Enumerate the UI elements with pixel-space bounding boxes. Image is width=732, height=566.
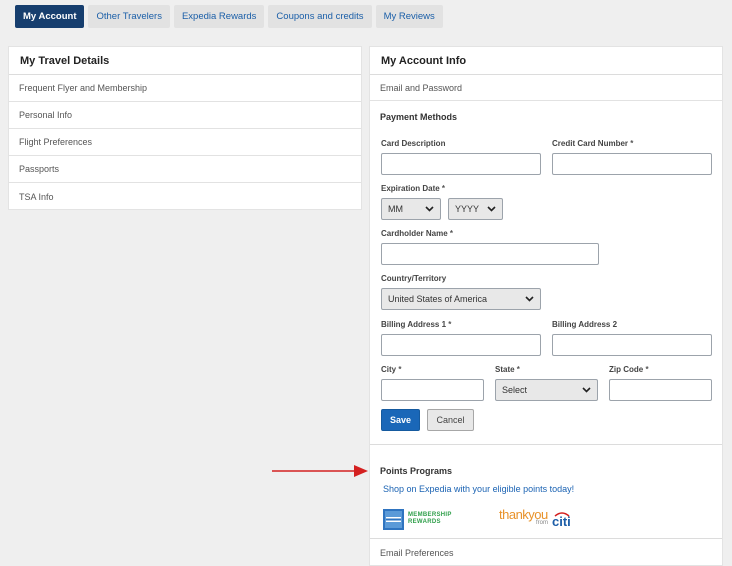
card-description-label: Card Description xyxy=(381,139,446,148)
frequent-flyer-item[interactable]: Frequent Flyer and Membership xyxy=(9,75,361,102)
country-label: Country/Territory xyxy=(381,274,447,283)
expiration-month-value: MM xyxy=(388,204,403,214)
billing-address-1-label: Billing Address 1 * xyxy=(381,320,452,329)
state-value: Select xyxy=(502,385,528,395)
card-number-label: Credit Card Number * xyxy=(552,139,634,148)
expiration-year-value: YYYY xyxy=(455,204,480,214)
tsa-info-item[interactable]: TSA Info xyxy=(9,183,361,210)
expiration-year-select[interactable]: YYYY xyxy=(448,198,503,220)
chevron-down-icon xyxy=(486,204,496,214)
expiration-month-select[interactable]: MM xyxy=(381,198,441,220)
citi-arc-icon xyxy=(554,512,570,517)
cardholder-name-label: Cardholder Name * xyxy=(381,229,454,238)
annotation-arrow-icon xyxy=(272,465,368,477)
chevron-down-icon xyxy=(581,385,591,395)
state-select[interactable]: Select xyxy=(495,379,598,401)
zip-code-input[interactable] xyxy=(609,379,712,401)
amex-icon xyxy=(383,508,404,530)
billing-address-2-label: Billing Address 2 xyxy=(552,320,618,329)
travel-details-panel: My Travel Details Frequent Flyer and Mem… xyxy=(8,46,362,210)
tab-expedia-rewards[interactable]: Expedia Rewards xyxy=(173,5,265,28)
card-number-input[interactable] xyxy=(552,153,712,175)
billing-address-2-input[interactable] xyxy=(552,334,712,356)
account-tabs: My Account Other Travelers Expedia Rewar… xyxy=(15,5,443,28)
thankyou-citi-logo[interactable]: thankyou from citi xyxy=(499,505,584,531)
tab-my-account[interactable]: My Account xyxy=(15,5,85,28)
save-button[interactable]: Save xyxy=(381,409,420,431)
card-description-input[interactable] xyxy=(381,153,541,175)
tab-other-travelers[interactable]: Other Travelers xyxy=(88,5,170,28)
zip-code-label: Zip Code * xyxy=(609,365,649,374)
account-info-title: My Account Info xyxy=(370,47,722,75)
points-programs-section: Points Programs Shop on Expedia with you… xyxy=(370,445,722,538)
account-info-panel: My Account Info Email and Password Payme… xyxy=(369,46,723,566)
amex-membership-rewards-logo[interactable]: MEMBERSHIP REWARDS xyxy=(383,508,473,530)
flight-preferences-item[interactable]: Flight Preferences xyxy=(9,129,361,156)
passports-item[interactable]: Passports xyxy=(9,156,361,183)
eligible-points-link[interactable]: Shop on Expedia with your eligible point… xyxy=(383,484,574,494)
personal-info-item[interactable]: Personal Info xyxy=(9,102,361,129)
amex-line1: MEMBERSHIP xyxy=(408,512,452,518)
expiration-date-label: Expiration Date * xyxy=(381,184,446,193)
thankyou-from-text: from xyxy=(536,520,548,526)
chevron-down-icon xyxy=(424,204,434,214)
tab-coupons-credits[interactable]: Coupons and credits xyxy=(268,5,372,28)
billing-address-1-input[interactable] xyxy=(381,334,541,356)
chevron-down-icon xyxy=(524,294,534,304)
payment-methods-title: Payment Methods xyxy=(380,112,458,122)
cancel-button[interactable]: Cancel xyxy=(427,409,474,431)
amex-line2: REWARDS xyxy=(408,519,441,525)
points-programs-title: Points Programs xyxy=(380,466,453,476)
city-input[interactable] xyxy=(381,379,484,401)
tab-my-reviews[interactable]: My Reviews xyxy=(375,5,443,28)
country-value: United States of America xyxy=(388,294,488,304)
state-label: State * xyxy=(495,365,520,374)
payment-methods-section: Payment Methods Card Description Credit … xyxy=(370,102,722,444)
email-preferences-item[interactable]: Email Preferences xyxy=(370,539,722,566)
country-select[interactable]: United States of America xyxy=(381,288,541,310)
cardholder-name-input[interactable] xyxy=(381,243,599,265)
city-label: City * xyxy=(381,365,402,374)
email-password-item[interactable]: Email and Password xyxy=(370,75,722,101)
travel-details-title: My Travel Details xyxy=(9,47,361,75)
